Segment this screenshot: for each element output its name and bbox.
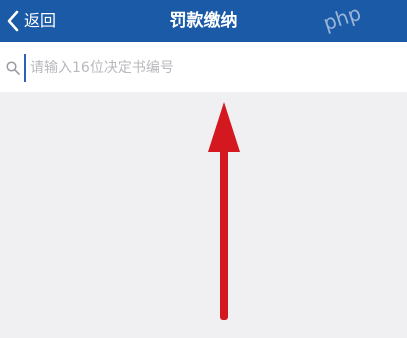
search-bar [0,42,407,92]
nav-bar: 返回 罚款缴纳 php [0,0,407,42]
chevron-left-icon [7,10,19,32]
back-button[interactable]: 返回 [0,0,72,42]
up-arrow-annotation [208,102,240,320]
back-label: 返回 [24,11,57,30]
watermark: php [320,0,364,36]
search-icon [6,61,20,75]
search-input[interactable] [24,54,400,82]
